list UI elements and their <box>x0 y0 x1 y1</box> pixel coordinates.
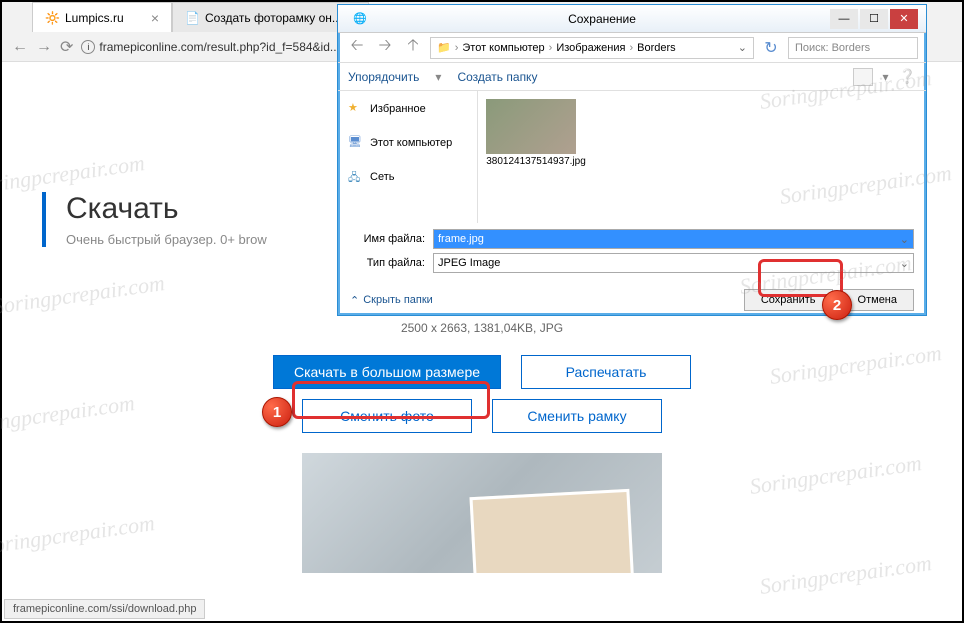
help-icon[interactable]: ❔ <box>899 68 916 85</box>
filename-input[interactable]: frame.jpg ⌄ <box>433 229 914 249</box>
forward-icon[interactable]: 🡢 <box>374 37 396 59</box>
annotation-marker-1: 1 <box>262 397 292 427</box>
forward-icon[interactable]: → <box>36 38 52 56</box>
reload-icon[interactable]: ⟳ <box>60 37 73 57</box>
new-folder-button[interactable]: Создать папку <box>457 70 537 84</box>
app-icon: 🌐 <box>346 9 374 29</box>
star-icon: ★ <box>348 101 364 117</box>
file-thumbnail <box>486 99 576 154</box>
maximize-icon[interactable]: ☐ <box>860 9 888 29</box>
search-placeholder: Поиск: Borders <box>795 42 870 54</box>
tab-lumpics[interactable]: 🔆 Lumpics.ru × <box>32 2 172 32</box>
result-area: Рамка готова 2500 x 2663, 1381,04KB, JPG… <box>42 287 922 573</box>
network-icon: 🖧 <box>348 169 364 185</box>
sidebar-item-favorites[interactable]: ★ Избранное <box>346 97 469 121</box>
info-icon[interactable]: i <box>81 40 95 54</box>
favicon-icon: 🔆 <box>45 11 59 25</box>
change-frame-button[interactable]: Сменить рамку <box>492 399 662 433</box>
file-grid[interactable]: 380124137514937.jpg <box>478 91 926 223</box>
annotation-marker-2: 2 <box>822 290 852 320</box>
tab-title: Lumpics.ru <box>65 11 124 25</box>
result-meta: 2500 x 2663, 1381,04KB, JPG <box>42 321 922 335</box>
file-item[interactable]: 380124137514937.jpg <box>486 99 586 167</box>
breadcrumb-item[interactable]: Borders <box>637 42 676 54</box>
filetype-value: JPEG Image <box>438 257 500 269</box>
status-bar: framepiconline.com/ssi/download.php <box>4 599 205 619</box>
back-icon[interactable]: 🡠 <box>346 37 368 59</box>
file-name: 380124137514937.jpg <box>486 156 586 167</box>
breadcrumb-item[interactable]: Этот компьютер <box>462 42 544 54</box>
filetype-label: Тип файла: <box>350 257 425 269</box>
result-preview-image <box>302 453 662 573</box>
chevron-down-icon[interactable]: ⌄ <box>900 233 909 246</box>
filetype-select[interactable]: JPEG Image ⌄ <box>433 253 914 273</box>
close-icon[interactable]: ✕ <box>890 9 918 29</box>
print-button[interactable]: Распечатать <box>521 355 691 389</box>
save-button[interactable]: Сохранить <box>744 289 833 311</box>
chevron-up-icon: ⌃ <box>350 294 359 307</box>
organize-menu[interactable]: Упорядочить <box>348 70 419 84</box>
refresh-icon[interactable]: ↻ <box>760 37 782 59</box>
hide-folders-toggle[interactable]: ⌃ Скрыть папки <box>350 294 433 307</box>
minimize-icon[interactable]: — <box>830 9 858 29</box>
dialog-nav: 🡠 🡢 🡡 📁 › Этот компьютер › Изображения ›… <box>338 33 926 63</box>
tab-title: Создать фоторамку он... <box>205 11 342 25</box>
computer-icon: 🖥 <box>348 135 364 151</box>
dialog-titlebar: 🌐 Сохранение — ☐ ✕ <box>338 5 926 33</box>
view-mode-button[interactable] <box>853 68 873 86</box>
sidebar-item-this-pc[interactable]: 🖥 Этот компьютер <box>346 131 469 155</box>
dialog-fields: Имя файла: frame.jpg ⌄ Тип файла: JPEG I… <box>338 223 926 283</box>
breadcrumb[interactable]: 📁 › Этот компьютер › Изображения › Borde… <box>430 37 754 59</box>
folder-icon: 📁 <box>437 41 451 54</box>
search-input[interactable]: Поиск: Borders <box>788 37 918 59</box>
filename-label: Имя файла: <box>350 233 425 245</box>
sidebar-label: Этот компьютер <box>370 137 452 149</box>
close-icon[interactable]: × <box>151 10 159 26</box>
dialog-sidebar: ★ Избранное 🖥 Этот компьютер 🖧 Сеть <box>338 91 478 223</box>
download-large-button[interactable]: Скачать в большом размере <box>273 355 501 389</box>
save-dialog: 🌐 Сохранение — ☐ ✕ 🡠 🡢 🡡 📁 › Этот компью… <box>337 4 927 316</box>
change-photo-button[interactable]: Сменить фото <box>302 399 472 433</box>
dialog-toolbar: Упорядочить▾ Создать папку ▾ ❔ <box>338 63 926 91</box>
sidebar-item-network[interactable]: 🖧 Сеть <box>346 165 469 189</box>
breadcrumb-item[interactable]: Изображения <box>556 42 625 54</box>
sidebar-label: Избранное <box>370 103 426 115</box>
hide-folders-label: Скрыть папки <box>363 294 433 306</box>
dialog-title: Сохранение <box>374 12 830 26</box>
up-icon[interactable]: 🡡 <box>402 37 424 59</box>
favicon-icon: 📄 <box>185 11 199 25</box>
sidebar-label: Сеть <box>370 171 394 183</box>
filename-value: frame.jpg <box>438 233 484 245</box>
url-text: framepiconline.com/result.php?id_f=584&i… <box>99 40 339 54</box>
chevron-down-icon[interactable]: ⌄ <box>900 257 909 270</box>
back-icon[interactable]: ← <box>12 38 28 56</box>
dialog-body: ★ Избранное 🖥 Этот компьютер 🖧 Сеть 3801… <box>338 91 926 223</box>
